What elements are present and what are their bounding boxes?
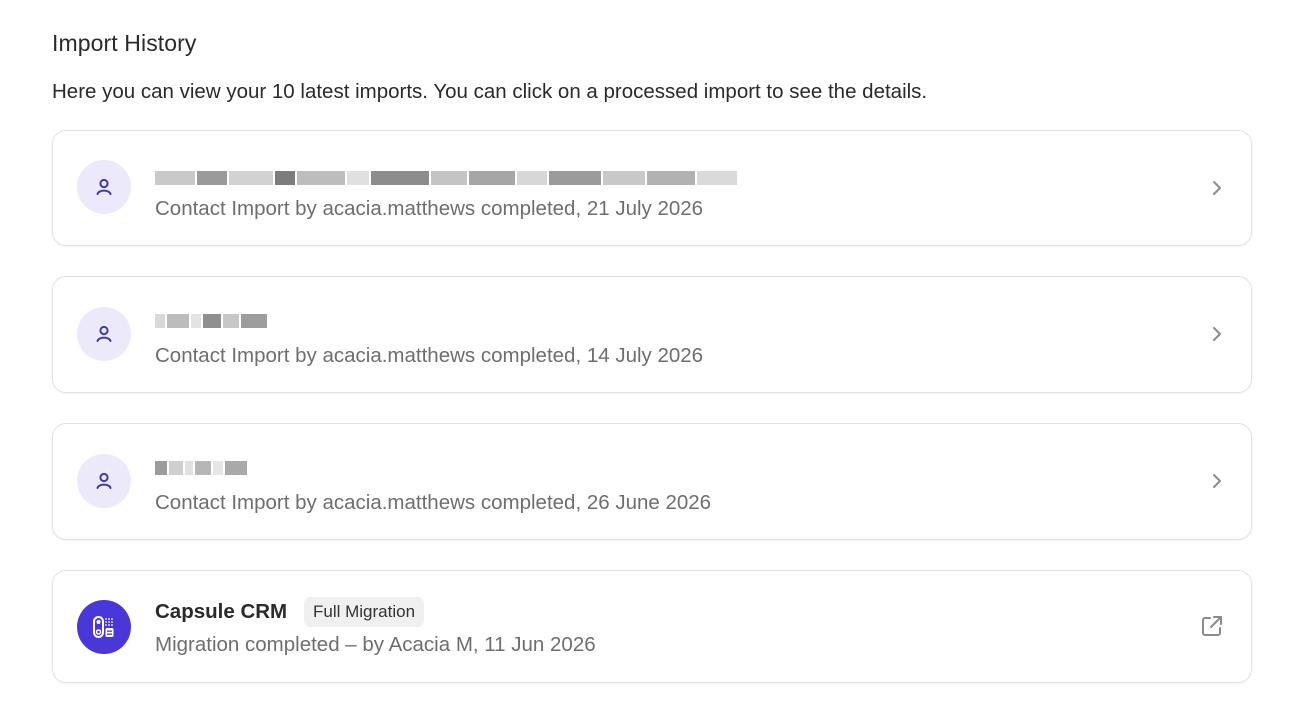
external-link-icon[interactable] (1199, 613, 1225, 639)
person-icon (96, 325, 112, 342)
redacted-filename (155, 170, 737, 186)
page-subtitle: Here you can view your 10 latest imports… (52, 80, 928, 103)
avatar (77, 160, 131, 214)
chevron-right-icon[interactable] (1207, 178, 1227, 198)
avatar (77, 307, 131, 361)
chevron-right-icon[interactable] (1207, 471, 1227, 491)
capsule-crm-logo-icon (93, 616, 114, 638)
redacted-filename (155, 313, 267, 329)
import-item-3[interactable]: Contact Import by acacia.matthews comple… (52, 423, 1252, 540)
migration-source-name: Capsule CRM (155, 600, 288, 623)
import-meta: Contact Import by acacia.matthews comple… (155, 491, 712, 514)
page-title: Import History (52, 30, 197, 56)
migration-item[interactable]: Capsule CRM Full Migration Migration com… (52, 570, 1252, 683)
migration-type-badge: Full Migration (304, 597, 425, 627)
migration-meta: Migration completed – by Acacia M, 11 Ju… (155, 633, 596, 656)
import-item-1[interactable]: Contact Import by acacia.matthews comple… (52, 130, 1252, 246)
redacted-filename (155, 460, 247, 476)
chevron-right-icon[interactable] (1207, 324, 1227, 344)
import-item-2[interactable]: Contact Import by acacia.matthews comple… (52, 276, 1252, 393)
import-meta: Contact Import by acacia.matthews comple… (155, 197, 704, 220)
person-icon (96, 178, 112, 195)
import-meta: Contact Import by acacia.matthews comple… (155, 344, 704, 367)
avatar (77, 454, 131, 508)
person-icon (96, 472, 112, 489)
capsule-crm-logo (77, 600, 131, 654)
